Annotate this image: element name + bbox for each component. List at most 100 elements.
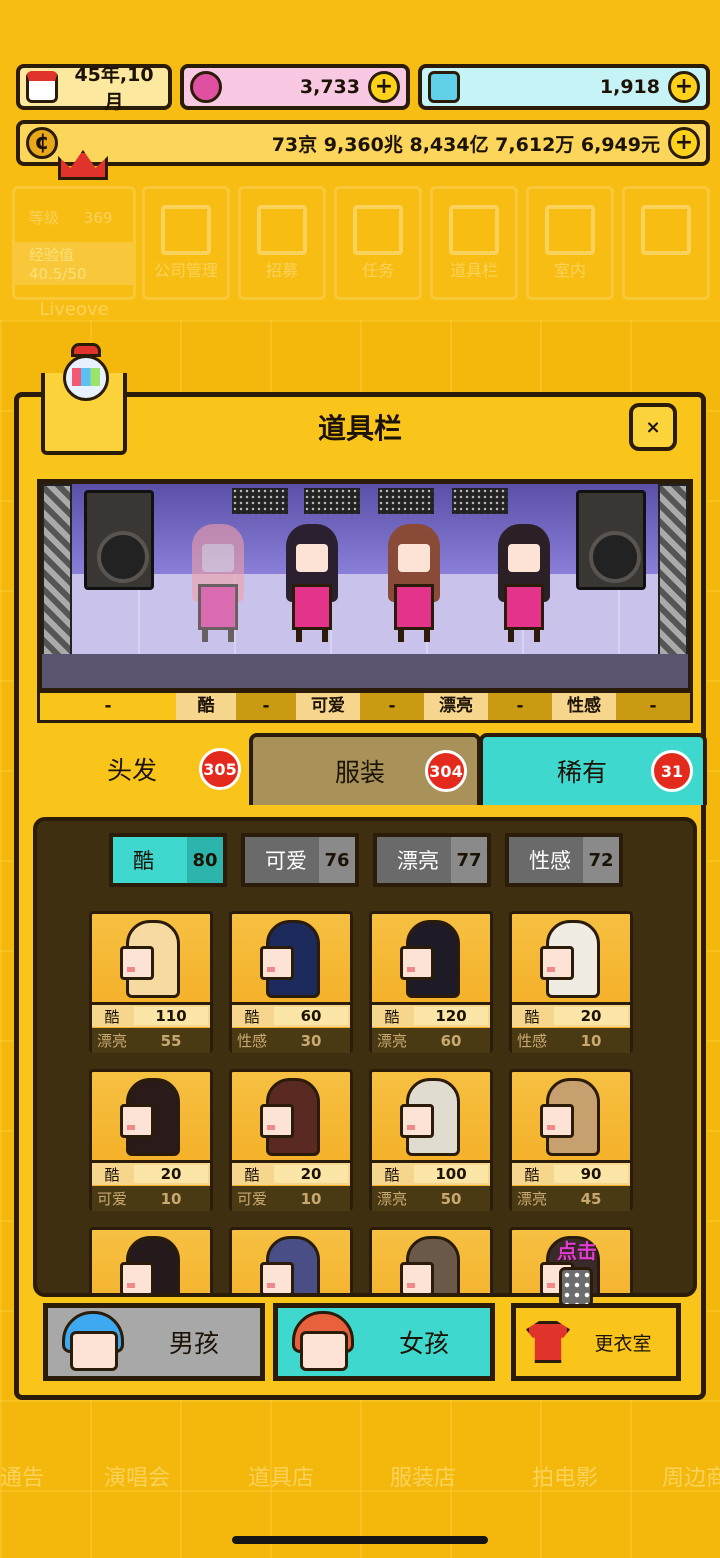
idol-1[interactable] (188, 524, 248, 642)
home-indicator[interactable] (232, 1536, 488, 1544)
stage-preview (37, 479, 693, 693)
wardrobe-button[interactable]: 更衣室 (511, 1303, 681, 1381)
bottom-menu-notice[interactable]: 通告 (0, 1460, 44, 1492)
hair-item-card[interactable]: 酷 20 可爱 10 (89, 1069, 213, 1211)
primary-stat-label: 酷 (104, 1165, 120, 1184)
bottom-menu-merch[interactable]: 周边商 (662, 1460, 720, 1492)
hair-item-card[interactable] (229, 1227, 353, 1293)
hair-item-card[interactable]: 酷 110 漂亮 55 (89, 911, 213, 1053)
close-button[interactable]: × (629, 403, 677, 451)
menu-inventory-label: 道具栏 (449, 261, 498, 280)
menu-tasks[interactable]: 任务 (334, 186, 422, 300)
menu-company-label: 公司管理 (153, 261, 218, 280)
pink-gem-icon (190, 71, 222, 103)
menu-recruit-label: 招募 (265, 261, 298, 280)
hair-item-card[interactable] (89, 1227, 213, 1293)
filter-pretty[interactable]: 漂亮 77 (373, 833, 491, 887)
hair-preview-icon (260, 1078, 326, 1158)
secondary-stat-label: 漂亮 (96, 1032, 127, 1050)
secondary-stat-value: 50 (440, 1189, 462, 1208)
stage-tab-cute[interactable]: 可爱 (296, 693, 360, 720)
bottom-menu-item-shop[interactable]: 道具店 (248, 1460, 314, 1492)
money-value: 73京 9,360兆 8,434亿 7,612万 6,949元 (271, 133, 660, 156)
hair-item-card[interactable] (369, 1227, 493, 1293)
girl-button[interactable]: 女孩 (273, 1303, 495, 1381)
panel-title: 道具栏 (317, 412, 402, 445)
menu-inventory[interactable]: 道具栏 (430, 186, 518, 300)
primary-stat-value: 20 (274, 1165, 348, 1183)
hair-item-card[interactable]: 酷 60 性感 30 (229, 911, 353, 1053)
primary-stat-value: 20 (554, 1007, 628, 1025)
hair-item-card[interactable]: 酷 20 可爱 10 (229, 1069, 353, 1211)
hair-preview-icon (260, 920, 326, 1000)
bottom-menu-movie[interactable]: 拍电影 (532, 1460, 598, 1492)
idol-4[interactable] (494, 524, 554, 642)
add-diamonds-button[interactable]: + (668, 71, 700, 103)
stage-tab-cool[interactable]: 酷 (176, 693, 236, 720)
secondary-stat-label: 可爱 (96, 1190, 127, 1208)
mail-icon (641, 205, 691, 255)
megaphone-icon (257, 205, 307, 255)
exp-label: 经验值 (29, 246, 75, 264)
tab-clothing[interactable]: 服装 304 (249, 733, 481, 805)
diamond-icon (428, 71, 460, 103)
hair-item-card[interactable]: 酷 100 漂亮 50 (369, 1069, 493, 1211)
idol-2[interactable] (282, 524, 342, 642)
idol-3[interactable] (384, 524, 444, 642)
chest-icon (449, 205, 499, 255)
secondary-stat-label: 性感 (516, 1032, 547, 1050)
primary-stat-label: 酷 (104, 1007, 120, 1026)
task-icon (353, 205, 403, 255)
wardrobe-label: 更衣室 (594, 1332, 652, 1355)
stage-tab-sep4: - (649, 696, 657, 716)
tab-clothing-label: 服装 (335, 758, 386, 787)
filter-cute-label: 可爱 (265, 849, 307, 873)
hair-preview-icon (120, 1078, 186, 1158)
tab-hair[interactable]: 头发 305 (21, 733, 251, 805)
filter-cute[interactable]: 可爱 76 (241, 833, 359, 887)
primary-stat-label: 酷 (384, 1007, 400, 1026)
money-bar: ¢ 73京 9,360兆 8,434亿 7,612万 6,949元 + (16, 120, 710, 166)
filter-cool-label: 酷 (133, 849, 154, 873)
stage-tab-sep2: - (388, 696, 396, 716)
tab-rare-count: 31 (651, 750, 693, 792)
click-hint: 点击 (557, 1239, 597, 1263)
tab-rare[interactable]: 稀有 31 (479, 733, 707, 805)
filter-sexy[interactable]: 性感 72 (505, 833, 623, 887)
secondary-stat-value: 60 (440, 1031, 462, 1050)
hair-item-card[interactable]: 酷 90 漂亮 45 (509, 1069, 633, 1211)
stage-tab-none[interactable]: - (40, 693, 176, 720)
tab-clothing-count: 304 (425, 750, 467, 792)
gem-value: 3,733 (299, 76, 360, 98)
boy-button[interactable]: 男孩 (43, 1303, 265, 1381)
primary-stat-value: 90 (554, 1165, 628, 1183)
stage-tab-sexy[interactable]: 性感 (552, 693, 616, 720)
boy-avatar-icon (62, 1311, 128, 1373)
filter-cute-count: 76 (319, 837, 355, 883)
girl-avatar-icon (292, 1311, 358, 1373)
bottom-menu-concert[interactable]: 演唱会 (104, 1460, 170, 1492)
menu-recruit[interactable]: 招募 (238, 186, 326, 300)
hair-preview-icon (540, 1078, 606, 1158)
hair-preview-icon (400, 920, 466, 1000)
hair-item-card[interactable]: 酷 120 漂亮 60 (369, 911, 493, 1053)
filter-sexy-count: 72 (583, 837, 619, 883)
secondary-stat-label: 漂亮 (516, 1190, 547, 1208)
filter-sexy-label: 性感 (529, 849, 571, 873)
menu-company[interactable]: 公司管理 (142, 186, 230, 300)
primary-stat-value: 20 (134, 1165, 208, 1183)
hair-item-card[interactable]: 酷 20 性感 10 (509, 911, 633, 1053)
tab-hair-label: 头发 (107, 756, 158, 785)
menu-tasks-label: 任务 (361, 261, 394, 280)
menu-interior[interactable]: 室内 (526, 186, 614, 300)
filter-cool[interactable]: 酷 80 (109, 833, 227, 887)
menu-mail[interactable] (622, 186, 710, 300)
stage-tab-pretty[interactable]: 漂亮 (424, 693, 488, 720)
stage-tab-sep1: - (262, 696, 270, 716)
bottom-menu-clothing-shop[interactable]: 服装店 (390, 1460, 456, 1492)
add-gems-button[interactable]: + (368, 71, 400, 103)
filter-cool-count: 80 (187, 837, 223, 883)
filter-pretty-count: 77 (451, 837, 487, 883)
level-panel[interactable]: 等级 369 经验值 40.5/50 Liveove (12, 186, 136, 320)
add-money-button[interactable]: + (668, 127, 700, 159)
